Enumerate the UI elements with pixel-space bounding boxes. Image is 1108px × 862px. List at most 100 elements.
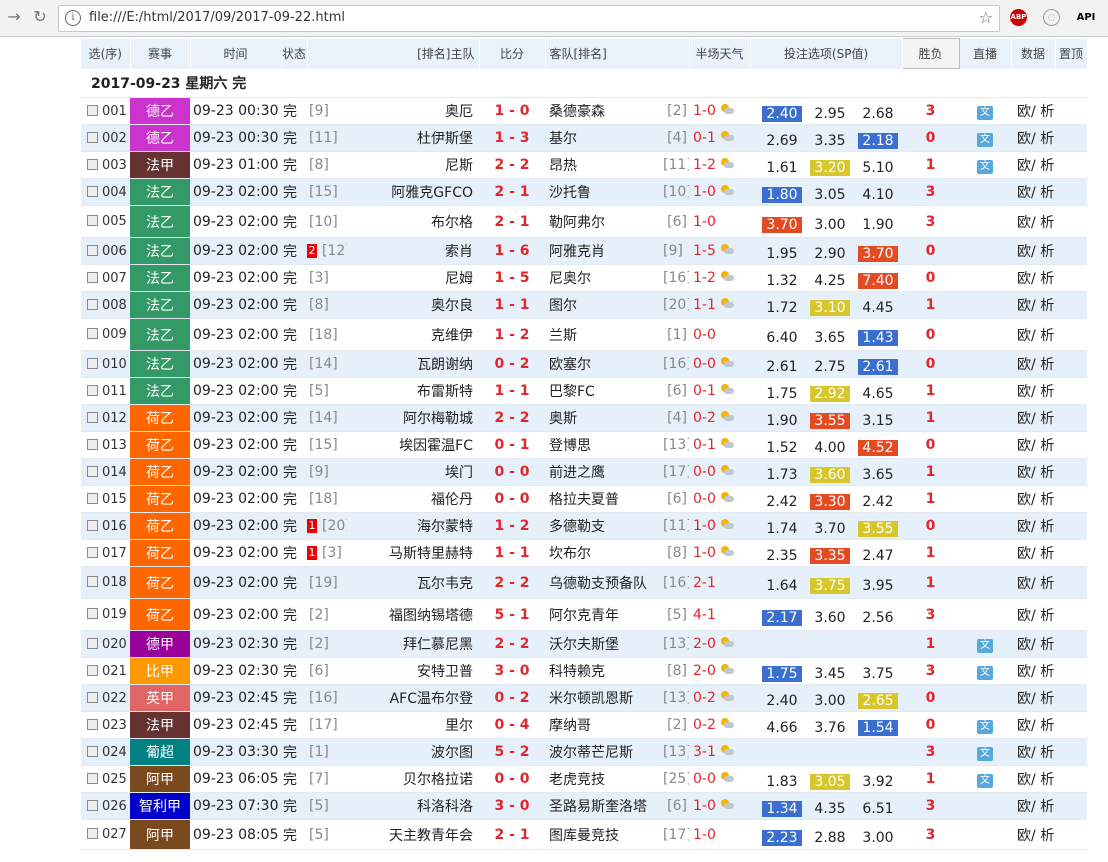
data-links[interactable]: 欧/ 析 (1011, 97, 1056, 125)
select-cell[interactable]: 021 (81, 657, 130, 685)
odds-cell-2[interactable]: 2.88 (806, 819, 854, 850)
odds-value[interactable]: 3.35 (810, 133, 850, 149)
away-team[interactable]: 前进之鹰 (545, 458, 663, 486)
odds-value[interactable]: 1.73 (762, 467, 802, 483)
odds-cell-1[interactable]: 2.69 (758, 124, 806, 152)
pin-cell[interactable] (1055, 318, 1088, 351)
pin-cell[interactable] (1055, 291, 1088, 319)
text-live-icon[interactable]: 文 (977, 132, 994, 147)
odds-cell-3[interactable]: 3.15 (854, 404, 903, 432)
odds-value[interactable]: 1.32 (762, 273, 802, 289)
odds-cell-2[interactable]: 2.75 (806, 350, 854, 378)
away-team[interactable]: 沃尔夫斯堡 (545, 630, 663, 658)
back-arrow-icon[interactable]: → (5, 8, 23, 26)
odds-value[interactable]: 7.40 (858, 273, 899, 289)
data-links[interactable]: 欧/ 析 (1011, 404, 1056, 432)
home-team[interactable]: 贝尔格拉诺 (347, 765, 479, 793)
match-score[interactable]: 2 - 1 (479, 205, 545, 238)
select-checkbox[interactable] (87, 718, 98, 730)
odds-cell-2[interactable]: 2.90 (806, 237, 854, 265)
odds-value[interactable]: 2.42 (762, 494, 802, 510)
odds-value[interactable]: 4.45 (858, 300, 898, 316)
home-team[interactable]: 拜仁慕尼黑 (347, 630, 479, 658)
pin-cell[interactable] (1055, 237, 1088, 265)
league-badge[interactable]: 英甲 (130, 684, 190, 712)
pin-cell[interactable] (1055, 431, 1088, 459)
select-checkbox[interactable] (87, 104, 98, 116)
odds-cell-2[interactable]: 3.05 (806, 178, 854, 206)
odds-value[interactable]: 3.60 (810, 467, 850, 483)
odds-cell-1[interactable]: 1.75 (758, 657, 806, 685)
away-team[interactable]: 波尔蒂芒尼斯 (545, 738, 663, 766)
select-cell[interactable]: 019 (81, 598, 130, 631)
away-team[interactable]: 图尔 (545, 291, 663, 319)
odds-value[interactable]: 4.66 (762, 720, 802, 736)
select-cell[interactable]: 003 (81, 151, 130, 179)
odds-value[interactable]: 3.92 (858, 774, 898, 790)
odds-cell-3[interactable]: 4.45 (854, 291, 903, 319)
odds-value[interactable]: 1.83 (762, 774, 802, 790)
home-team[interactable]: 福图纳锡塔德 (347, 598, 479, 631)
pin-cell[interactable] (1055, 819, 1088, 850)
match-score[interactable]: 1 - 1 (479, 377, 545, 405)
pin-cell[interactable] (1055, 151, 1088, 179)
match-score[interactable]: 0 - 2 (479, 350, 545, 378)
pin-cell[interactable] (1055, 178, 1088, 206)
select-checkbox[interactable] (87, 438, 98, 450)
select-checkbox[interactable] (87, 799, 98, 811)
odds-cell-3[interactable]: 1.43 (854, 318, 903, 351)
api-extension-icon[interactable]: API (1075, 9, 1097, 26)
pin-cell[interactable] (1055, 792, 1088, 820)
pin-cell[interactable] (1055, 512, 1088, 540)
data-links[interactable]: 欧/ 析 (1011, 178, 1056, 206)
odds-cell-1[interactable]: 3.70 (758, 205, 806, 238)
home-team[interactable]: 科洛科洛 (347, 792, 479, 820)
odds-value[interactable]: 1.75 (762, 386, 802, 402)
away-team[interactable]: 勒阿弗尔 (545, 205, 663, 238)
home-team[interactable]: 天主教青年会 (347, 819, 479, 850)
data-links[interactable]: 欧/ 析 (1011, 458, 1056, 486)
league-badge[interactable]: 法甲 (130, 711, 190, 739)
select-checkbox[interactable] (87, 158, 98, 170)
league-badge[interactable]: 德乙 (130, 124, 190, 152)
league-badge[interactable]: 法乙 (130, 377, 190, 405)
select-cell[interactable]: 015 (81, 485, 130, 513)
odds-cell-1[interactable]: 6.40 (758, 318, 806, 351)
odds-value[interactable]: 1.80 (762, 187, 802, 203)
league-badge[interactable]: 荷乙 (130, 485, 190, 513)
odds-value[interactable]: 6.51 (858, 801, 898, 817)
odds-cell-1[interactable]: 1.74 (758, 512, 806, 540)
odds-value[interactable]: 4.52 (858, 440, 899, 456)
odds-cell-2[interactable]: 3.65 (806, 318, 854, 351)
match-score[interactable]: 2 - 2 (479, 151, 545, 179)
home-team[interactable]: 奥厄 (347, 97, 479, 125)
select-cell[interactable]: 024 (81, 738, 130, 766)
odds-value[interactable]: 2.56 (858, 610, 898, 626)
odds-cell-3[interactable]: 2.47 (854, 539, 903, 567)
pin-cell[interactable] (1055, 97, 1088, 125)
pin-cell[interactable] (1055, 539, 1088, 567)
data-links[interactable]: 欧/ 析 (1011, 711, 1056, 739)
select-cell[interactable]: 020 (81, 630, 130, 658)
select-cell[interactable]: 014 (81, 458, 130, 486)
select-cell[interactable]: 016 (81, 512, 130, 540)
data-links[interactable]: 欧/ 析 (1011, 205, 1056, 238)
odds-cell-1[interactable]: 2.61 (758, 350, 806, 378)
match-score[interactable]: 1 - 0 (479, 97, 545, 125)
away-team[interactable]: 阿尔克青年 (545, 598, 663, 631)
odds-cell-3[interactable]: 2.18 (854, 124, 903, 152)
match-score[interactable]: 1 - 1 (479, 539, 545, 567)
away-team[interactable]: 登博思 (545, 431, 663, 459)
select-checkbox[interactable] (87, 328, 98, 339)
odds-cell-3[interactable]: 4.10 (854, 178, 903, 206)
home-team[interactable]: 尼姆 (347, 264, 479, 292)
odds-value[interactable]: 3.76 (810, 720, 850, 736)
away-team[interactable]: 格拉夫夏普 (545, 485, 663, 513)
odds-cell-1[interactable]: 1.90 (758, 404, 806, 432)
odds-value[interactable]: 2.61 (762, 359, 802, 375)
odds-cell-3[interactable]: 1.90 (854, 205, 903, 238)
odds-cell-1[interactable]: 2.42 (758, 485, 806, 513)
odds-cell-1[interactable]: 1.64 (758, 566, 806, 599)
home-team[interactable]: AFC温布尔登 (347, 684, 479, 712)
select-checkbox[interactable] (87, 828, 98, 839)
